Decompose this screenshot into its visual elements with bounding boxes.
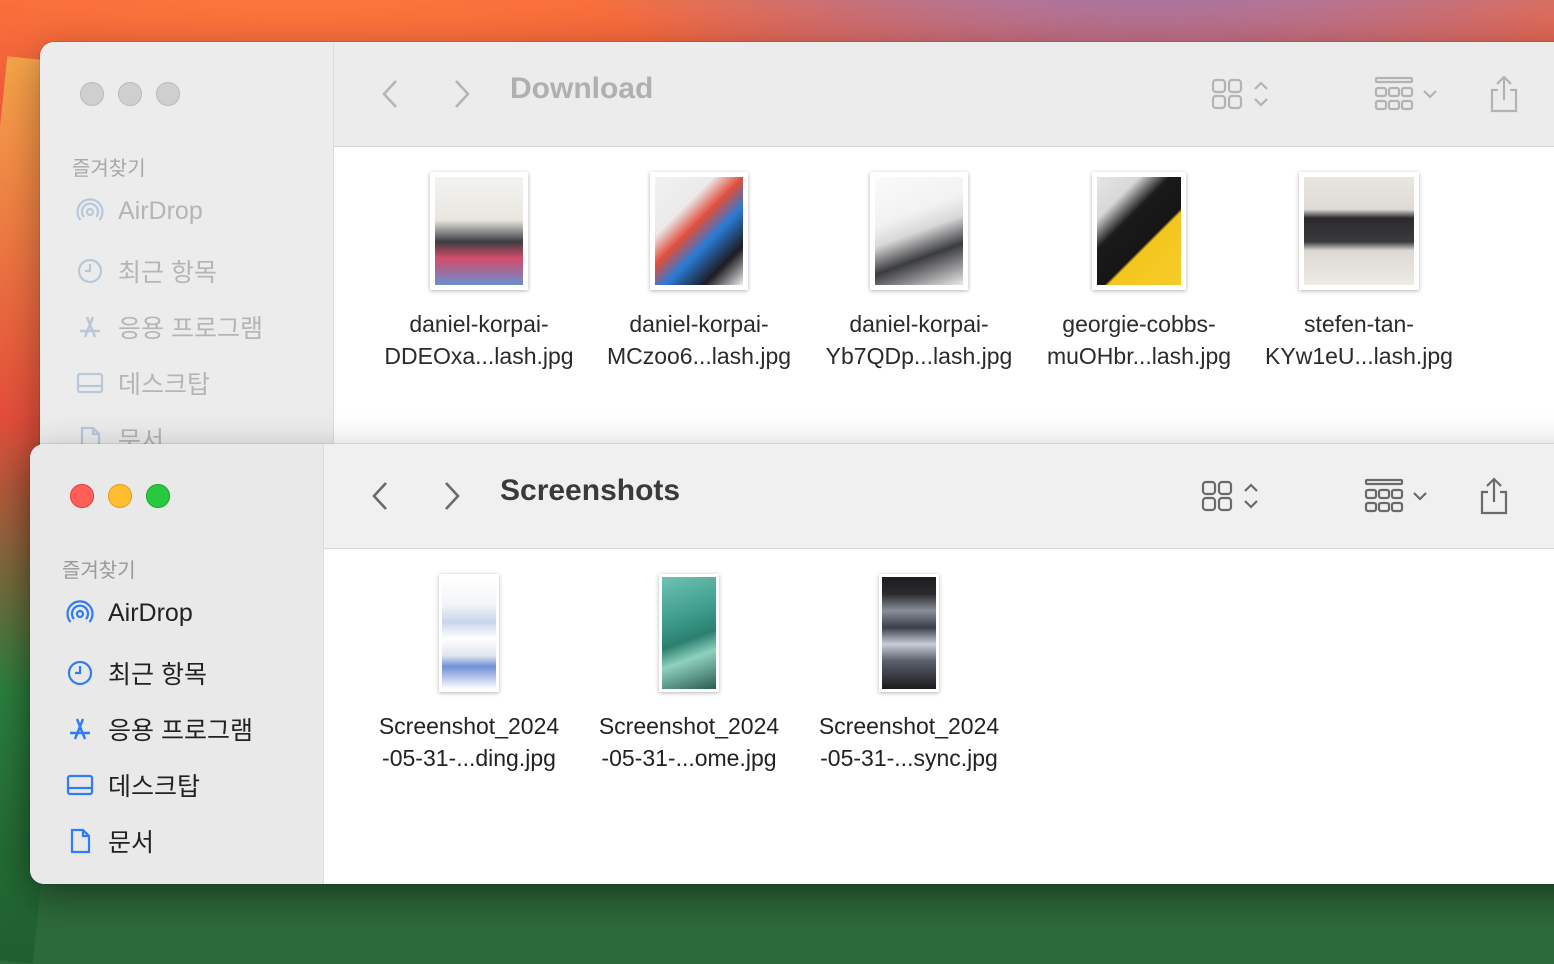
view-mode-button[interactable] <box>1210 72 1270 116</box>
share-icon <box>1490 75 1518 113</box>
document-icon <box>66 827 94 855</box>
toolbar: Download <box>334 42 1554 147</box>
file-name: daniel-korpai- Yb7QDp...lash.jpg <box>825 311 1013 369</box>
window-controls <box>80 82 180 106</box>
group-button[interactable] <box>1364 474 1428 518</box>
forward-button[interactable] <box>442 72 482 116</box>
file-thumbnail <box>870 172 968 290</box>
back-button[interactable] <box>360 474 400 518</box>
file-thumbnail <box>430 172 528 290</box>
toolbar: Screenshots <box>324 444 1554 549</box>
zoom-button[interactable] <box>146 484 170 508</box>
file-name: daniel-korpai- MCzoo6...lash.jpg <box>606 311 792 369</box>
group-button[interactable] <box>1374 72 1438 116</box>
share-icon <box>1480 477 1508 515</box>
file-thumbnail <box>879 574 939 692</box>
favorites-header: 즐겨찾기 <box>72 158 146 180</box>
sidebar-item-label: 문서 <box>108 829 155 857</box>
window-controls <box>70 484 170 508</box>
sidebar-item-recents[interactable]: 최근 항목 <box>66 655 207 691</box>
file-name: daniel-korpai- DDEOxa...lash.jpg <box>384 311 574 369</box>
clock-icon <box>66 659 94 687</box>
sidebar-item-desktop[interactable]: 데스크탑 <box>76 365 210 401</box>
sidebar-item-label: AirDrop <box>118 197 203 225</box>
applications-icon <box>66 715 94 743</box>
zoom-button[interactable] <box>156 82 180 106</box>
file-thumbnail <box>439 574 499 692</box>
sidebar-item-label: AirDrop <box>108 599 193 627</box>
sidebar-item-label: 응용 프로그램 <box>108 717 253 745</box>
file-thumbnail <box>1092 172 1186 290</box>
sidebar-item-label: 응용 프로그램 <box>118 315 263 343</box>
desktop-icon <box>76 369 104 397</box>
sidebar-item-airdrop[interactable]: AirDrop <box>66 599 193 628</box>
file-name: stefen-tan- KYw1eU...lash.jpg <box>1265 311 1453 369</box>
clock-icon <box>76 257 104 285</box>
close-button[interactable] <box>70 484 94 508</box>
applications-icon <box>76 313 104 341</box>
window-title: Download <box>510 72 654 105</box>
file-name: Screenshot_2024 -05-31-...sync.jpg <box>818 713 1000 771</box>
sidebar-item-label: 데스크탑 <box>108 773 201 801</box>
forward-button[interactable] <box>432 474 472 518</box>
file-name: Screenshot_2024 -05-31-...ome.jpg <box>598 713 780 771</box>
chevron-updown-icon <box>1244 483 1258 509</box>
window-title: Screenshots <box>500 474 681 507</box>
sidebar-item-applications[interactable]: 응용 프로그램 <box>76 309 263 345</box>
sidebar-item-label: 최근 항목 <box>118 259 217 287</box>
sidebar-item-airdrop[interactable]: AirDrop <box>76 197 203 226</box>
close-button[interactable] <box>80 82 104 106</box>
minimize-button[interactable] <box>108 484 132 508</box>
file-thumbnail <box>1299 172 1419 290</box>
airdrop-icon <box>76 197 104 226</box>
icon-view-icon <box>1201 480 1233 512</box>
share-button[interactable] <box>1488 72 1520 116</box>
view-mode-button[interactable] <box>1200 474 1260 518</box>
sidebar-item-label: 데스크탑 <box>118 371 211 399</box>
desktop-icon <box>66 771 94 799</box>
favorites-header: 즐겨찾기 <box>62 560 136 582</box>
chevron-updown-icon <box>1254 81 1268 107</box>
sidebar-item-documents[interactable]: 문서 <box>66 823 154 859</box>
group-icon <box>1364 478 1404 513</box>
chevron-down-icon <box>1413 492 1427 501</box>
file-name: georgie-cobbs-muOHbr...lash.jpg <box>1046 311 1232 369</box>
back-button[interactable] <box>370 72 410 116</box>
share-button[interactable] <box>1478 474 1510 518</box>
minimize-button[interactable] <box>118 82 142 106</box>
file-thumbnail <box>650 172 748 290</box>
file-thumbnail <box>659 574 719 692</box>
chevron-down-icon <box>1423 90 1437 99</box>
airdrop-icon <box>66 599 94 628</box>
group-icon <box>1374 76 1414 111</box>
file-name: Screenshot_2024 -05-31-...ding.jpg <box>378 713 560 771</box>
watermark: (C)산천페벨업 sclvup97.tistory.com <box>1264 769 1514 838</box>
sidebar: 즐겨찾기 AirDrop 최근 항목 응용 프로그램 데스크탑 문서 <box>30 444 324 884</box>
sidebar-item-label: 최근 항목 <box>108 661 207 689</box>
sidebar-item-recents[interactable]: 최근 항목 <box>76 253 217 289</box>
icon-view-icon <box>1211 78 1243 110</box>
sidebar-item-applications[interactable]: 응용 프로그램 <box>66 711 253 747</box>
sidebar-item-desktop[interactable]: 데스크탑 <box>66 767 200 803</box>
